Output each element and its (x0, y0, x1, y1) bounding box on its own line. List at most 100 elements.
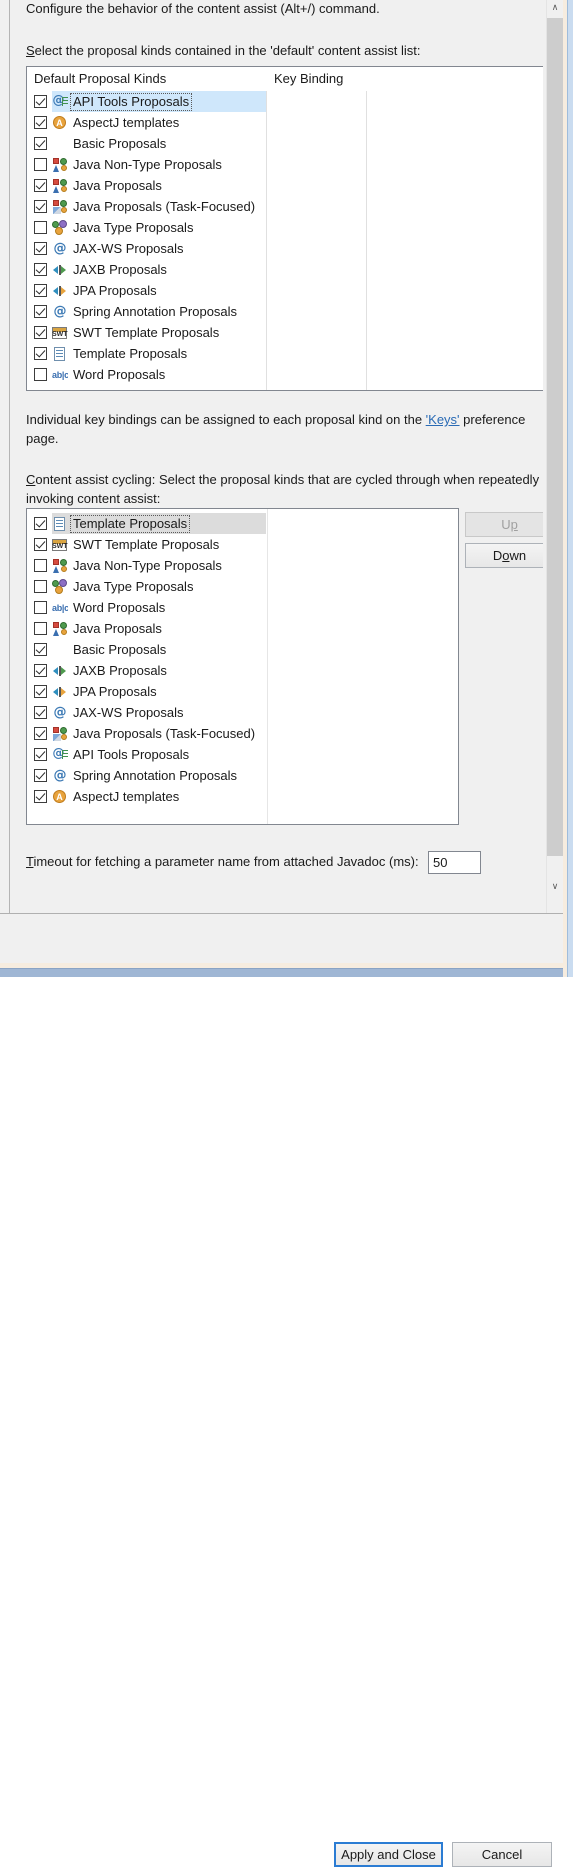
table-row[interactable]: ab|c Word Proposals (27, 597, 458, 618)
column-header-proposal-kinds[interactable]: Default Proposal Kinds (34, 71, 166, 86)
java-proposals-icon (52, 621, 68, 637)
default-list-label-mnemonic: S (26, 43, 35, 58)
row-checkbox[interactable] (34, 538, 47, 551)
row-checkbox[interactable] (34, 179, 47, 192)
table-row[interactable]: Template Proposals (27, 343, 543, 364)
cycling-proposal-kinds-table[interactable]: Template Proposals SWT SWT Template Propos… (26, 508, 459, 825)
java-task-focused-icon (52, 199, 68, 215)
row-checkbox[interactable] (34, 95, 47, 108)
table-row[interactable]: Java Type Proposals (27, 576, 458, 597)
scrollbar-thumb[interactable] (547, 18, 563, 856)
table-row[interactable]: @ JAX-WS Proposals (27, 238, 543, 259)
row-label: JAXB Proposals (73, 261, 167, 277)
default-proposal-kinds-table[interactable]: Default Proposal Kinds Key Binding @ API … (26, 66, 543, 391)
scroll-up-arrow-icon[interactable]: ∧ (547, 0, 563, 17)
row-checkbox[interactable] (34, 221, 47, 234)
template-icon (52, 516, 68, 532)
javadoc-timeout-label: Timeout for fetching a parameter name fr… (26, 854, 419, 869)
table-row[interactable]: JPA Proposals (27, 681, 458, 702)
left-panel-edge (0, 0, 10, 913)
row-label: AspectJ templates (73, 114, 180, 130)
row-checkbox[interactable] (34, 137, 47, 150)
row-checkbox[interactable] (34, 622, 47, 635)
table-row[interactable]: Basic Proposals (27, 639, 458, 660)
row-checkbox[interactable] (34, 517, 47, 530)
swt-template-icon: SWT (52, 325, 68, 341)
row-label: SWT Template Proposals (73, 324, 220, 340)
row-label: API Tools Proposals (73, 746, 190, 762)
table-row[interactable]: @ API Tools Proposals (27, 744, 458, 765)
api-tools-icon: @ (52, 747, 68, 763)
javadoc-timeout-text: imeout for fetching a parameter name fro… (33, 854, 419, 869)
row-checkbox[interactable] (34, 601, 47, 614)
row-checkbox[interactable] (34, 263, 47, 276)
table-row[interactable]: Template Proposals (27, 513, 458, 534)
dialog-button-bar: Apply and Close Cancel (0, 914, 573, 1867)
table-row[interactable]: SWT SWT Template Proposals (27, 534, 458, 555)
row-label: Java Proposals (73, 620, 162, 636)
row-checkbox[interactable] (34, 242, 47, 255)
move-up-button[interactable]: Up (465, 512, 543, 537)
table-row[interactable]: @ JAX-WS Proposals (27, 702, 458, 723)
default-list-label-text: elect the proposal kinds contained in th… (34, 43, 421, 58)
table-row[interactable]: JPA Proposals (27, 280, 543, 301)
javadoc-timeout-input[interactable]: 50 (428, 851, 481, 874)
move-down-button[interactable]: Down (465, 543, 543, 568)
table-row[interactable]: JAXB Proposals (27, 660, 458, 681)
row-checkbox[interactable] (34, 200, 47, 213)
row-label: Java Type Proposals (73, 219, 194, 235)
row-checkbox[interactable] (34, 368, 47, 381)
desktop-strip-accent (0, 968, 573, 977)
row-checkbox[interactable] (34, 580, 47, 593)
row-checkbox[interactable] (34, 643, 47, 656)
table-row[interactable]: SWT SWT Template Proposals (27, 322, 543, 343)
row-label: JAX-WS Proposals (73, 704, 184, 720)
table-row[interactable]: Java Proposals (27, 618, 458, 639)
row-checkbox[interactable] (34, 326, 47, 339)
table-row[interactable]: JAXB Proposals (27, 259, 543, 280)
table-row[interactable]: Java Non-Type Proposals (27, 154, 543, 175)
page-vertical-scrollbar[interactable]: ∧ ∨ (546, 0, 563, 913)
jaxb-arrows-icon (52, 262, 68, 278)
table-row[interactable]: Java Non-Type Proposals (27, 555, 458, 576)
java-proposals-icon (52, 558, 68, 574)
row-checkbox[interactable] (34, 769, 47, 782)
row-checkbox[interactable] (34, 727, 47, 740)
table-row[interactable]: Java Proposals (Task-Focused) (27, 723, 458, 744)
cycling-label-text: ontent assist cycling: Select the propos… (26, 472, 540, 506)
row-checkbox[interactable] (34, 748, 47, 761)
row-checkbox[interactable] (34, 116, 47, 129)
row-label: Java Type Proposals (73, 578, 194, 594)
move-up-label: Up (501, 517, 518, 532)
table-row[interactable]: @ Spring Annotation Proposals (27, 301, 543, 322)
row-checkbox[interactable] (34, 284, 47, 297)
table-row[interactable]: Basic Proposals (27, 133, 543, 154)
cycling-label: Content assist cycling: Select the propo… (26, 470, 543, 508)
row-checkbox[interactable] (34, 685, 47, 698)
table-row[interactable]: A AspectJ templates (27, 786, 458, 807)
move-down-label: Down (492, 548, 527, 563)
row-checkbox[interactable] (34, 706, 47, 719)
table-row[interactable]: ab|c Word Proposals (27, 364, 543, 385)
table-row[interactable]: @ Spring Annotation Proposals (27, 765, 458, 786)
row-checkbox[interactable] (34, 158, 47, 171)
keys-preference-link[interactable]: 'Keys' (426, 412, 460, 427)
column-header-key-binding[interactable]: Key Binding (274, 71, 343, 86)
cancel-button[interactable]: Cancel (452, 1842, 552, 1867)
table-header-row: Default Proposal Kinds Key Binding (27, 67, 543, 91)
row-checkbox[interactable] (34, 305, 47, 318)
table-row[interactable]: Java Type Proposals (27, 217, 543, 238)
java-type-icon (52, 219, 68, 236)
table-row[interactable]: @ API Tools Proposals (27, 91, 543, 112)
row-checkbox[interactable] (34, 664, 47, 677)
row-checkbox[interactable] (34, 559, 47, 572)
row-checkbox[interactable] (34, 790, 47, 803)
table-row[interactable]: Java Proposals (27, 175, 543, 196)
cycling-label-mnemonic: C (26, 472, 36, 487)
table-row[interactable]: Java Proposals (Task-Focused) (27, 196, 543, 217)
scroll-down-arrow-icon[interactable]: ∨ (547, 879, 563, 896)
row-label: API Tools Proposals (69, 92, 193, 111)
table-row[interactable]: A AspectJ templates (27, 112, 543, 133)
apply-and-close-button[interactable]: Apply and Close (334, 1842, 443, 1867)
row-checkbox[interactable] (34, 347, 47, 360)
